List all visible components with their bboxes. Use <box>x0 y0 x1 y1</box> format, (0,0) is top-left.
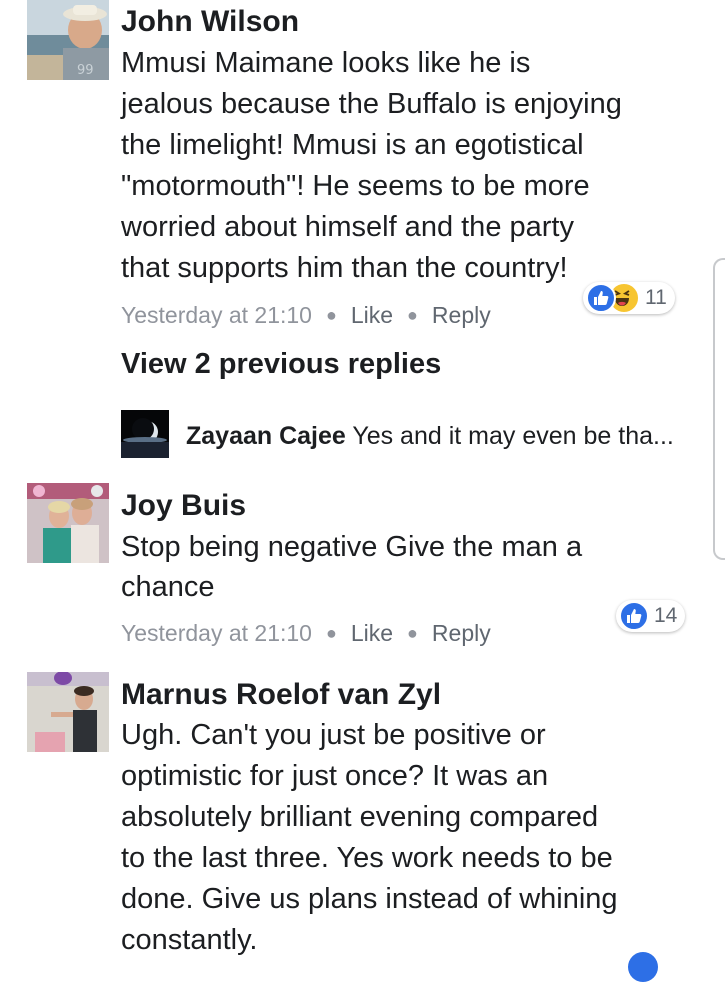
separator-dot: ● <box>407 623 418 643</box>
svg-text:99: 99 <box>77 63 94 78</box>
reply-button[interactable]: Reply <box>432 302 491 328</box>
separator-dot: ● <box>325 623 337 643</box>
like-button[interactable]: Like <box>351 620 393 646</box>
comment-line: constantly. <box>121 924 258 956</box>
comment-line: the limelight! Mmusi is an egotistical <box>121 129 584 161</box>
comment-line: done. Give us plans instead of whining <box>121 883 618 915</box>
avatar-joy-buis[interactable] <box>27 483 109 563</box>
scrollbar[interactable] <box>713 258 725 560</box>
comment-line: that supports him than the country! <box>121 252 568 284</box>
separator-dot: ● <box>407 305 418 325</box>
comment-line: Mmusi Maimane looks like he is <box>121 47 531 79</box>
reactions-summary[interactable]: 14 <box>616 600 686 632</box>
reactions-summary[interactable]: 11 <box>583 282 675 314</box>
comment-meta: Yesterday at 21:10 ● Like ● Reply <box>121 301 491 329</box>
reply-author-name[interactable]: Zayaan Cajee <box>186 422 346 450</box>
avatar-zayaan-cajee[interactable] <box>121 410 169 458</box>
comment-line: Ugh. Can't you just be positive or <box>121 719 546 751</box>
comment-line: "motormouth"! He seems to be more <box>121 170 590 202</box>
reactions-count: 11 <box>645 286 667 309</box>
comment-author-name[interactable]: Joy Buis <box>121 489 246 523</box>
reply-button[interactable]: Reply <box>432 620 491 646</box>
like-button[interactable]: Like <box>351 302 393 328</box>
reply-preview-text: Yes and it may even be tha... <box>352 422 674 450</box>
comment-line: to the last three. Yes work needs to be <box>121 842 613 874</box>
comment-line: Stop being negative Give the man a <box>121 531 583 563</box>
like-icon <box>619 601 649 631</box>
comment-line: absolutely brilliant evening compared <box>121 801 599 833</box>
like-icon <box>628 952 658 982</box>
reactions-count: 14 <box>654 604 678 627</box>
reply-preview[interactable]: Zayaan Cajee Yes and it may even be tha.… <box>186 421 674 451</box>
comment-line: worried about himself and the party <box>121 211 574 243</box>
like-icon <box>586 283 616 313</box>
comment-author-name[interactable]: John Wilson <box>121 5 299 39</box>
comment-line: optimistic for just once? It was an <box>121 760 549 792</box>
separator-dot: ● <box>325 305 337 325</box>
avatar-marnus-roelof-van-zyl[interactable] <box>27 672 109 752</box>
comment-timestamp[interactable]: Yesterday at 21:10 <box>121 620 312 646</box>
avatar-john-wilson[interactable]: 99 <box>27 0 109 80</box>
comment-meta: Yesterday at 21:10 ● Like ● Reply <box>121 619 491 647</box>
comment-line: jealous because the Buffalo is enjoying <box>121 88 622 120</box>
comment-timestamp[interactable]: Yesterday at 21:10 <box>121 302 312 328</box>
view-previous-replies-link[interactable]: View 2 previous replies <box>121 347 441 381</box>
comment-author-name[interactable]: Marnus Roelof van Zyl <box>121 678 441 712</box>
comment-line: chance <box>121 571 215 603</box>
